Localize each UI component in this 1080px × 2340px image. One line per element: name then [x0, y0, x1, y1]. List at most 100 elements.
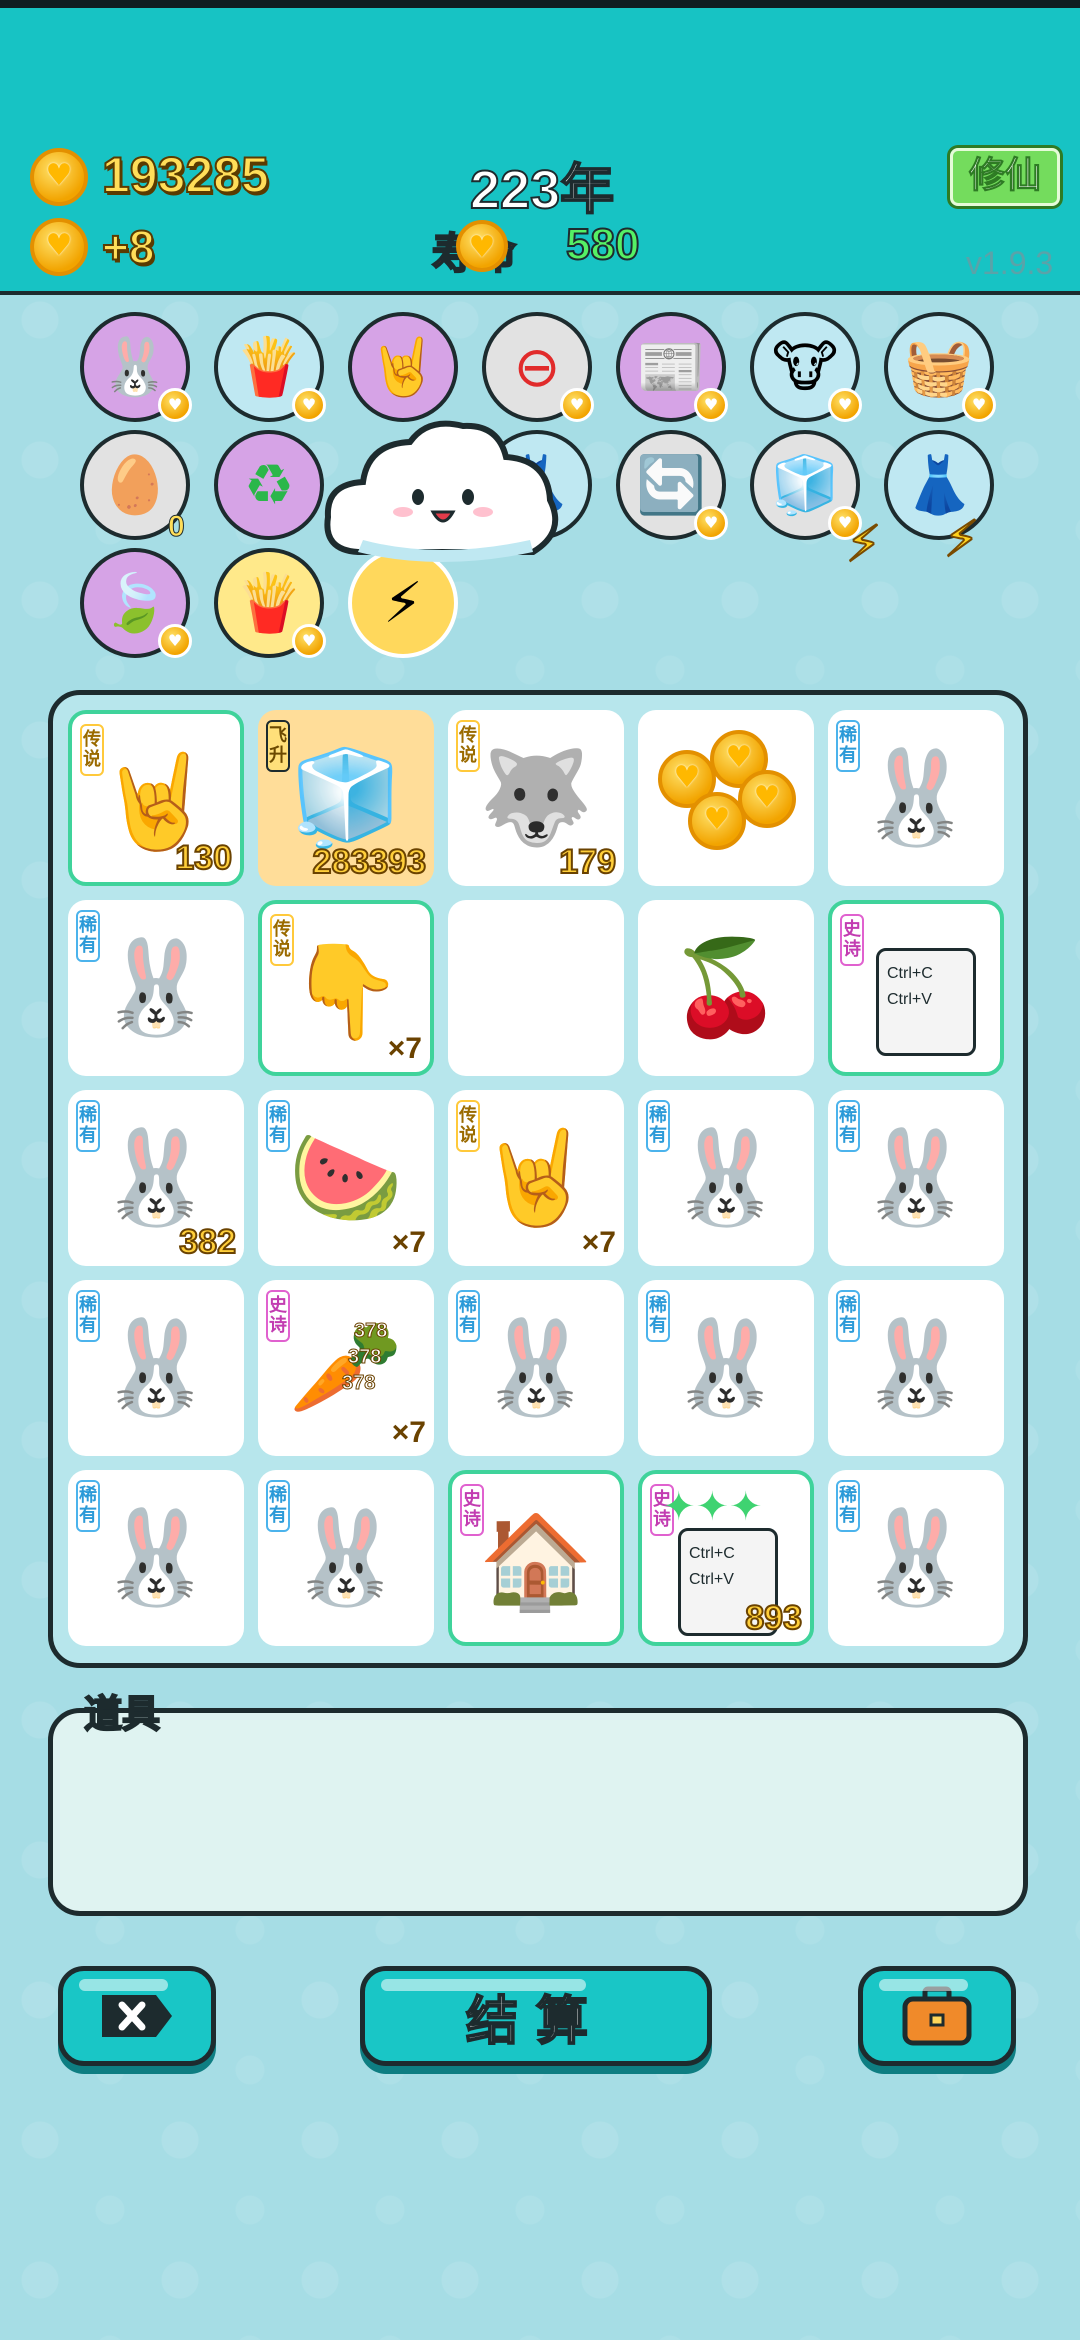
- tile-watermelon[interactable]: 稀有 🍉 ×7: [258, 1090, 434, 1266]
- ability-recycle[interactable]: ♻: [214, 430, 324, 540]
- delete-button[interactable]: [58, 1966, 216, 2066]
- fries-icon: 🍟: [234, 335, 304, 400]
- coin-income: +8: [101, 220, 155, 274]
- bunny-icon: 🐰: [668, 1124, 784, 1231]
- tile-bunny[interactable]: 稀有 🐰: [68, 900, 244, 1076]
- settle-button[interactable]: 结算: [360, 1966, 712, 2066]
- inventory-button[interactable]: [858, 1966, 1016, 2066]
- ability-fries[interactable]: 🍟 ♥: [214, 312, 326, 422]
- lightning-icon: ⚡: [383, 570, 423, 636]
- heart-badge-icon: ♥: [158, 388, 192, 422]
- heart-badge-icon: ♥: [962, 388, 996, 422]
- bunny-icon: 🐰: [288, 1504, 404, 1611]
- tile-empty[interactable]: [448, 900, 624, 1076]
- top-status-bar: 193285 +8 223年 寿命 580 修仙 v1.9.3: [0, 0, 1080, 295]
- tile-bunny[interactable]: 稀有 🐰: [68, 1280, 244, 1456]
- bunny-icon: 🐰: [98, 1124, 214, 1231]
- props-title: 道具: [83, 1691, 161, 1737]
- heart-badge-icon: ♥: [292, 624, 326, 658]
- tile-bunny[interactable]: 稀有 🐰: [448, 1280, 624, 1456]
- tile-bunny[interactable]: 稀有 🐰: [828, 1470, 1004, 1646]
- copy-label: Ctrl+C: [887, 965, 933, 982]
- watermelon-icon: 🍉: [288, 1124, 404, 1231]
- bunny-icon: 🐰: [858, 1314, 974, 1421]
- tile-multiplier: ×7: [391, 1226, 426, 1259]
- tile-copy-paste-sparkle[interactable]: 史诗 Ctrl+C Ctrl+V ✦✦✦ 893: [638, 1470, 814, 1646]
- ability-bunny[interactable]: 🐰 ♥: [80, 312, 192, 422]
- tile-bunny[interactable]: 稀有 🐰: [638, 1090, 814, 1266]
- tile-multiplier: ×7: [391, 1416, 426, 1449]
- rock-hand-icon: 🤘: [478, 1124, 594, 1231]
- tile-fridge[interactable]: 飞升 🧊 283393: [258, 710, 434, 886]
- bunny-icon: 🐰: [100, 335, 170, 400]
- ability-fruit-basket[interactable]: 🧺 ♥: [884, 312, 996, 422]
- heart-badge-icon: ♥: [694, 388, 728, 422]
- heart-badge-icon: ♥: [828, 388, 862, 422]
- tile-bunny[interactable]: 稀有 🐰: [828, 710, 1004, 886]
- lightning-icon: ⚡: [845, 514, 882, 574]
- tile-value: 893: [744, 1598, 803, 1638]
- tile-husky-king[interactable]: 传说 🐺 179: [448, 710, 624, 886]
- lifespan-coin-icon: [456, 220, 508, 272]
- sugar-cube-icon: 🧊: [770, 453, 840, 518]
- tile-bunny[interactable]: 稀有 🐰: [828, 1280, 1004, 1456]
- briefcase-icon: [902, 1986, 972, 2046]
- tile-bunny[interactable]: 稀有 🐰: [68, 1470, 244, 1646]
- fries-icon: 🍟: [234, 571, 304, 636]
- husky-crown-icon: 🐺: [478, 744, 594, 851]
- tile-rock-hand[interactable]: 传说 🤘 ×7: [448, 1090, 624, 1266]
- copy-label: Ctrl+C: [689, 1545, 735, 1562]
- pleated-skirt-icon: 👗: [904, 453, 974, 518]
- button-gloss: [879, 1979, 968, 1991]
- button-gloss: [381, 1979, 587, 1991]
- lightning-icon: ⚡: [943, 509, 980, 569]
- recycle-icon: ♻: [243, 452, 295, 518]
- bunny-icon: 🐰: [98, 1314, 214, 1421]
- bunny-icon: 🐰: [98, 934, 214, 1041]
- tile-multiplier: ×7: [387, 1032, 422, 1065]
- coin-income-icon: [30, 218, 88, 276]
- tile-bunny-house[interactable]: 史诗 🏠: [448, 1470, 624, 1646]
- cloud-mascot: [324, 420, 559, 562]
- system-status-strip: [0, 0, 1080, 8]
- coin-icon: [688, 792, 746, 850]
- cherry-icon: 🍒: [668, 934, 784, 1041]
- year-counter: 223年: [469, 159, 615, 221]
- fridge-icon: 🧊: [288, 744, 404, 851]
- basket-icon: 🧺: [904, 335, 974, 400]
- cultivate-button[interactable]: 修仙: [950, 148, 1060, 206]
- cow-icon: 🐮: [771, 334, 839, 400]
- coin-gain-label: 378: [341, 1372, 376, 1395]
- ability-sugar-cubes[interactable]: 🧊 ♥: [750, 430, 862, 540]
- coin-gain-label: 378: [353, 1320, 388, 1343]
- tile-value: 179: [558, 842, 617, 882]
- coin-icon: [738, 770, 796, 828]
- ability-time-magazine[interactable]: 📰 ♥: [616, 312, 728, 422]
- ability-rock-hand[interactable]: 🤘: [348, 312, 458, 422]
- paste-label: Ctrl+V: [689, 1571, 734, 1588]
- tile-pointing-hand[interactable]: 传说 👇 ×7: [258, 900, 434, 1076]
- tile-copy-paste[interactable]: 史诗 Ctrl+C Ctrl+V: [828, 900, 1004, 1076]
- minus-circle-icon: ⊖: [513, 334, 561, 400]
- tile-bunny[interactable]: 稀有 🐰: [638, 1280, 814, 1456]
- tile-bunny[interactable]: 稀有 🐰: [258, 1470, 434, 1646]
- tile-coin-pile[interactable]: [638, 710, 814, 886]
- tile-bunny[interactable]: 稀有 🐰: [828, 1090, 1004, 1266]
- tile-rock-hand[interactable]: 传说 🤘 130: [68, 710, 244, 886]
- copy-paste-card-icon: Ctrl+C Ctrl+V: [876, 948, 976, 1056]
- leaf-icon: 🍃: [100, 571, 170, 636]
- ability-leaf[interactable]: 🍃 ♥: [80, 548, 192, 658]
- tile-bunny[interactable]: 稀有 🐰 382: [68, 1090, 244, 1266]
- heart-badge-icon: ♥: [694, 506, 728, 540]
- ability-fries-gold[interactable]: 🍟 ♥: [214, 548, 326, 658]
- tile-cherry[interactable]: 🍒: [638, 900, 814, 1076]
- rarity-badge: 史诗: [840, 914, 864, 966]
- ability-refresh[interactable]: 🔄 ♥: [616, 430, 728, 540]
- backspace-icon: [102, 1995, 172, 2037]
- ability-cows[interactable]: 🐮 ♥: [750, 312, 862, 422]
- tile-carrot[interactable]: 史诗 🥕 378 378 378 ×7: [258, 1280, 434, 1456]
- heart-badge-icon: ♥: [158, 624, 192, 658]
- carrot-icon: 🥕: [288, 1314, 404, 1421]
- ability-minus[interactable]: ⊖ ♥: [482, 312, 594, 422]
- bunny-house-icon: 🏠: [478, 1508, 594, 1615]
